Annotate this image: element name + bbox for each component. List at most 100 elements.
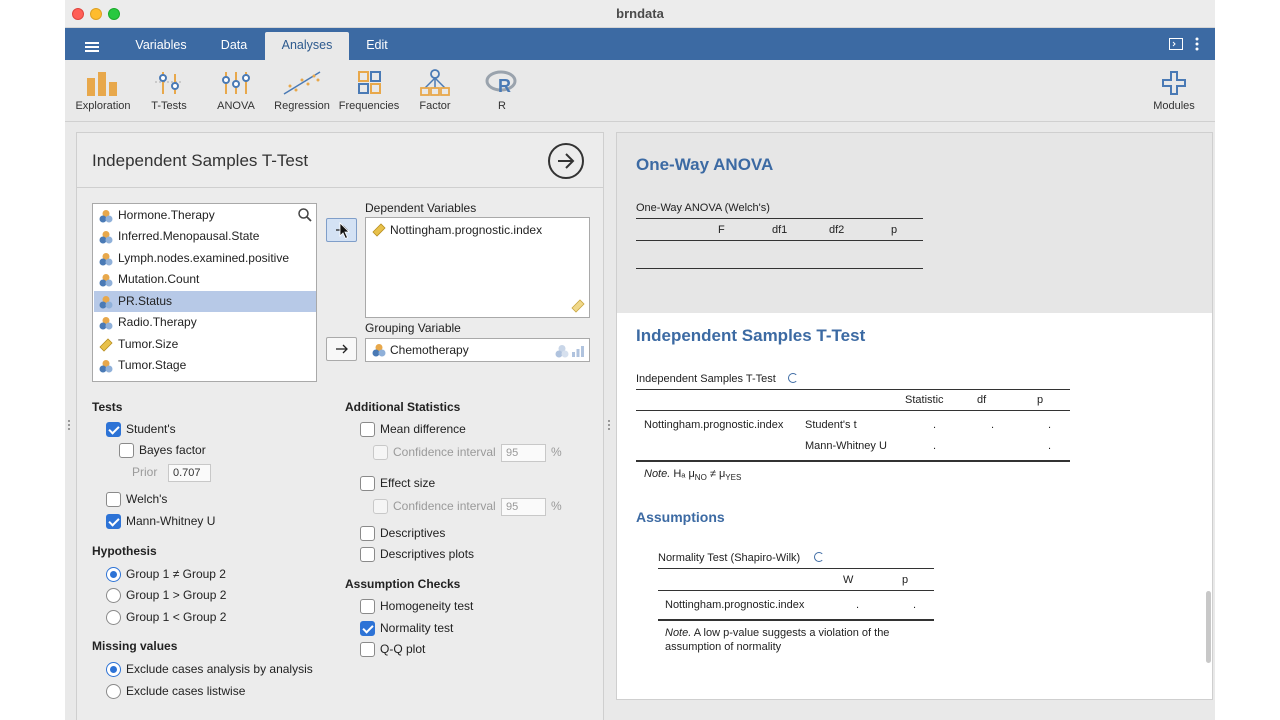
more-options-icon[interactable] <box>1195 37 1199 54</box>
desktop-background <box>1215 0 1280 720</box>
homogeneity-label: Homogeneity test <box>380 599 474 613</box>
table-rule <box>658 619 934 621</box>
es-confidence-interval-checkbox[interactable]: Confidence interval <box>373 498 496 516</box>
move-to-grouping-button[interactable] <box>326 337 357 361</box>
checkbox-box[interactable] <box>106 514 121 529</box>
radio-button[interactable] <box>106 567 121 582</box>
qq-plot-label: Q-Q plot <box>380 642 426 656</box>
checkbox-box[interactable] <box>106 492 121 507</box>
hypothesis-neq-radio[interactable]: Group 1 ≠ Group 2 <box>106 566 226 584</box>
missing-analysis-radio[interactable]: Exclude cases analysis by analysis <box>106 661 313 679</box>
effect-size-checkbox[interactable]: Effect size <box>360 475 435 493</box>
checkbox-box[interactable] <box>360 621 375 636</box>
tab-variables[interactable]: Variables <box>125 32 197 60</box>
ribbon-label: Frequencies <box>338 100 400 112</box>
checkbox-box[interactable] <box>106 422 121 437</box>
tab-analyses[interactable]: Analyses <box>265 32 349 60</box>
students-checkbox[interactable]: Student's <box>106 421 176 439</box>
analysis-options-panel: Independent Samples T-Test Hormone.Thera… <box>76 132 604 720</box>
md-ci-input[interactable]: 95 <box>501 444 546 462</box>
list-item[interactable]: Mutation.Count <box>94 269 316 290</box>
es-ci-input[interactable]: 95 <box>501 498 546 516</box>
column-header: Statistic <box>905 394 944 406</box>
run-analysis-button[interactable] <box>548 143 584 179</box>
list-item[interactable]: Hormone.Therapy <box>94 205 316 226</box>
ttest-heading[interactable]: Independent Samples T-Test <box>636 326 865 346</box>
checkbox-box[interactable] <box>360 642 375 657</box>
row-w: . <box>856 599 860 611</box>
checkbox-box[interactable] <box>360 526 375 541</box>
descriptives-plots-checkbox[interactable]: Descriptives plots <box>360 546 474 564</box>
ribbon-modules-button[interactable]: Modules <box>1141 68 1207 112</box>
checkbox-box[interactable] <box>360 599 375 614</box>
descriptives-checkbox[interactable]: Descriptives <box>360 525 445 543</box>
grouping-variable-box[interactable]: Chemotherapy <box>365 338 590 362</box>
list-item[interactable]: Lymph.nodes.examined.positive <box>94 248 316 269</box>
qq-plot-checkbox[interactable]: Q-Q plot <box>360 641 425 659</box>
checkbox-box[interactable] <box>373 445 388 460</box>
grouping-variable-item[interactable]: Chemotherapy <box>370 342 469 358</box>
ribbon-r-button[interactable]: R R <box>469 68 535 112</box>
welch-checkbox[interactable]: Welch's <box>106 491 167 509</box>
variable-name: Inferred.Menopausal.State <box>118 229 260 243</box>
missing-listwise-radio[interactable]: Exclude cases listwise <box>106 683 245 701</box>
ribbon-regression-button[interactable]: Regression <box>269 68 335 112</box>
normality-table-title[interactable]: Normality Test (Shapiro-Wilk) <box>658 552 800 564</box>
list-item[interactable]: Radio.Therapy <box>94 312 316 333</box>
mean-difference-checkbox[interactable]: Mean difference <box>360 421 466 439</box>
radio-button[interactable] <box>106 684 121 699</box>
mouse-cursor-icon <box>339 222 350 240</box>
tab-data[interactable]: Data <box>202 32 266 60</box>
md-confidence-interval-checkbox[interactable]: Confidence interval <box>373 444 496 462</box>
missing-option-label: Exclude cases listwise <box>126 684 246 698</box>
ribbon-factor-button[interactable]: Factor <box>402 68 468 112</box>
ribbon-label: Modules <box>1153 100 1195 112</box>
tab-edit[interactable]: Edit <box>353 32 401 60</box>
dependent-variable-item[interactable]: Nottingham.prognostic.index <box>370 222 542 238</box>
variable-list[interactable]: Hormone.Therapy Inferred.Menopausal.Stat… <box>92 203 317 382</box>
loading-spinner-icon <box>814 552 824 562</box>
results-mode-icon[interactable] <box>1169 38 1183 53</box>
nominal-variable-icon <box>99 253 113 266</box>
anova-heading[interactable]: One-Way ANOVA <box>636 155 773 175</box>
hamburger-menu-icon[interactable] <box>85 42 99 52</box>
radio-button[interactable] <box>106 610 121 625</box>
prior-input[interactable]: 0.707 <box>168 464 211 482</box>
homogeneity-checkbox[interactable]: Homogeneity test <box>360 598 473 616</box>
table-rule <box>636 240 923 241</box>
ribbon-exploration-button[interactable]: Exploration <box>70 68 136 112</box>
checkbox-box[interactable] <box>360 476 375 491</box>
bayes-factor-checkbox[interactable]: Bayes factor <box>119 442 206 460</box>
checkbox-box[interactable] <box>360 547 375 562</box>
ribbon-label: Factor <box>419 100 451 112</box>
table-rule <box>636 218 923 219</box>
ribbon-anova-button[interactable]: ANOVA <box>203 68 269 112</box>
normality-checkbox[interactable]: Normality test <box>360 620 453 638</box>
results-scrollbar[interactable] <box>1206 591 1211 663</box>
tests-heading: Tests <box>92 400 123 414</box>
list-item[interactable]: Tumor.Stage <box>94 355 316 376</box>
row-p: . <box>1048 440 1052 452</box>
checkbox-box[interactable] <box>373 499 388 514</box>
title-divider <box>77 187 604 188</box>
hypothesis-gt-radio[interactable]: Group 1 > Group 2 <box>106 587 226 605</box>
left-splitter-handle[interactable] <box>68 420 71 434</box>
ribbon-ttests-button[interactable]: T-Tests <box>136 68 202 112</box>
continuous-variable-icon <box>99 338 113 352</box>
list-item-selected[interactable]: PR.Status <box>94 291 316 312</box>
radio-button[interactable] <box>106 662 121 677</box>
radio-button[interactable] <box>106 588 121 603</box>
checkbox-box[interactable] <box>360 422 375 437</box>
ribbon-frequencies-button[interactable]: Frequencies <box>336 68 402 112</box>
arrow-right-icon <box>558 153 575 169</box>
list-item[interactable]: Inferred.Menopausal.State <box>94 226 316 247</box>
hypothesis-lt-radio[interactable]: Group 1 < Group 2 <box>106 609 226 627</box>
list-item[interactable]: Tumor.Size <box>94 334 316 355</box>
checkbox-box[interactable] <box>119 443 134 458</box>
anova-table-title[interactable]: One-Way ANOVA (Welch's) <box>636 202 770 214</box>
ttest-table-title[interactable]: Independent Samples T-Test <box>636 373 776 385</box>
assumptions-heading[interactable]: Assumptions <box>636 509 725 525</box>
dependent-variables-box[interactable]: Nottingham.prognostic.index <box>365 217 590 318</box>
center-splitter-handle[interactable] <box>608 420 611 434</box>
mann-whitney-checkbox[interactable]: Mann-Whitney U <box>106 513 215 531</box>
